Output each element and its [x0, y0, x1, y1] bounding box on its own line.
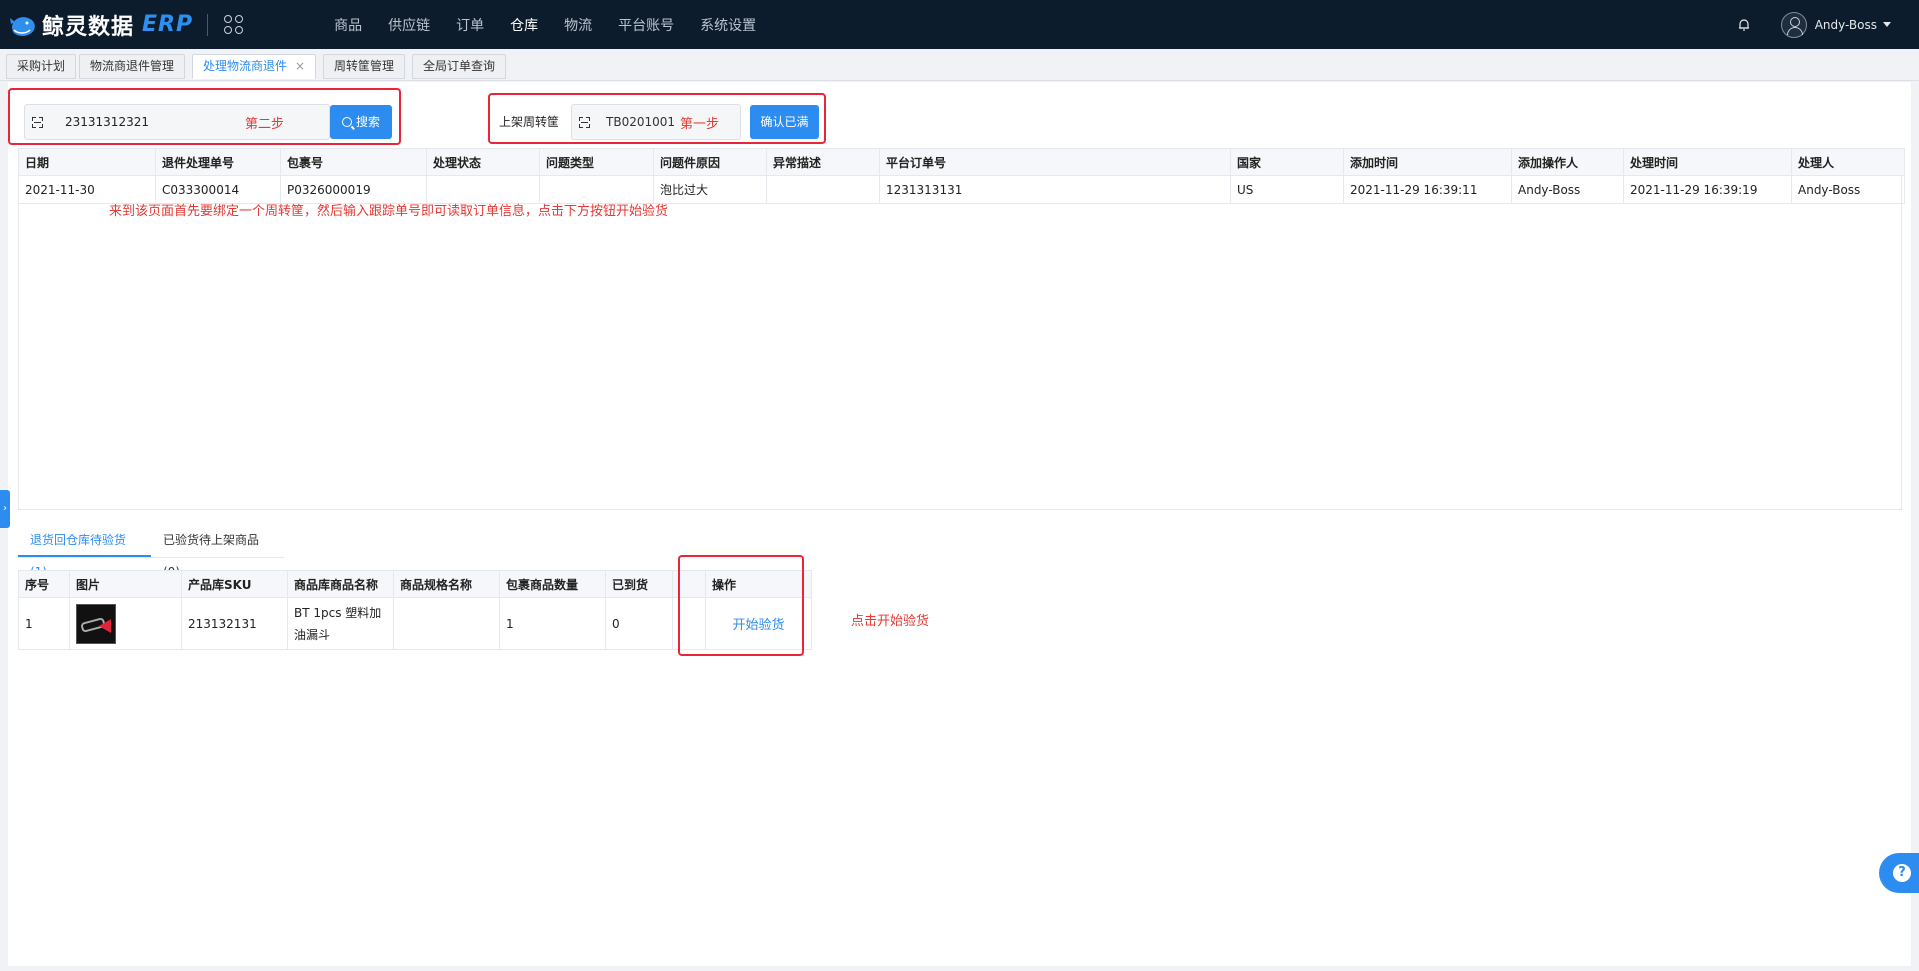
top-navbar: 鲸灵数据 ERP 商品 供应链 订单 仓库 物流 平台账号 系统设置 Andy-…: [0, 0, 1919, 49]
avatar[interactable]: [1780, 11, 1807, 38]
tab-label: 周转筐管理: [334, 59, 395, 73]
highlight-box-action: [678, 555, 804, 656]
returns-table: 日期 退件处理单号 包裹号 处理状态 问题类型 问题件原因 异常描述 平台订单号…: [18, 148, 1905, 204]
logo-erp: ERP: [142, 12, 194, 37]
tab-label: 全局订单查询: [423, 59, 496, 73]
column-header: 问题件原因: [653, 148, 767, 176]
nav-item-system-settings[interactable]: 系统设置: [700, 15, 756, 35]
whale-logo-icon: [10, 16, 35, 36]
cell-arrived: 0: [605, 597, 673, 650]
column-header: 商品规格名称: [393, 570, 500, 598]
column-header: 添加操作人: [1511, 148, 1624, 176]
highlight-box-search: [8, 88, 401, 145]
table-header-row: 日期 退件处理单号 包裹号 处理状态 问题类型 问题件原因 异常描述 平台订单号…: [18, 148, 1905, 176]
cell-qty: 1: [499, 597, 606, 650]
tab-process-returns[interactable]: 处理物流商退件 ×: [192, 54, 317, 79]
cell-issue-reason: 泡比过大: [653, 175, 767, 204]
inspection-tabs: 退货回仓库待验货(1) 已验货待上架商品(0): [18, 524, 284, 579]
cell-spec: [393, 597, 500, 650]
logo[interactable]: 鲸灵数据 ERP: [8, 0, 193, 49]
column-header: 退件处理单号: [155, 148, 281, 176]
tab-label: 采购计划: [17, 59, 66, 73]
product-thumbnail[interactable]: [76, 603, 116, 644]
column-header: 产品库SKU: [181, 570, 288, 598]
column-header: 国家: [1230, 148, 1344, 176]
column-header: 日期: [18, 148, 156, 176]
close-icon[interactable]: ×: [295, 59, 305, 73]
product-name-line1: BT 1pcs 塑料加: [294, 605, 382, 620]
tab-global-order-query[interactable]: 全局订单查询: [412, 54, 507, 79]
sidebar-toggle-handle[interactable]: ›: [0, 490, 10, 528]
divider: [207, 13, 209, 36]
tab-logistics-returns[interactable]: 物流商退件管理: [79, 54, 186, 79]
tab-purchase-plan[interactable]: 采购计划: [6, 54, 77, 79]
nav-item-product[interactable]: 商品: [334, 15, 362, 35]
product-name-line2: 油漏斗: [294, 627, 331, 642]
logo-text: 鲸灵数据: [42, 14, 135, 40]
cell-product-name: BT 1pcs 塑料加 油漏斗: [287, 597, 394, 650]
column-header: 处理人: [1791, 148, 1905, 176]
tab-inspected-pending-shelf[interactable]: 已验货待上架商品(0): [151, 524, 284, 579]
column-header: 商品库商品名称: [287, 570, 394, 598]
tab-pending-inspection[interactable]: 退货回仓库待验货(1): [18, 524, 151, 579]
cell-processed-by: Andy-Boss: [1791, 175, 1905, 204]
highlight-box-shelf: [488, 93, 826, 144]
cell-added-by: Andy-Boss: [1511, 175, 1624, 204]
cell-index: 1: [18, 597, 70, 650]
chevron-down-icon[interactable]: [1883, 22, 1891, 27]
user-name[interactable]: Andy-Boss: [1815, 18, 1877, 32]
column-header: 处理时间: [1623, 148, 1792, 176]
cell-processed-time: 2021-11-29 16:39:19: [1623, 175, 1792, 204]
column-header: 包裹商品数量: [499, 570, 606, 598]
main-nav: 商品 供应链 订单 仓库 物流 平台账号 系统设置: [334, 0, 782, 49]
column-header: 包裹号: [280, 148, 427, 176]
nav-item-supply-chain[interactable]: 供应链: [388, 15, 430, 35]
bell-icon[interactable]: [1737, 18, 1751, 32]
nav-item-orders[interactable]: 订单: [456, 15, 484, 35]
tab-tote-management[interactable]: 周转筐管理: [323, 54, 406, 79]
cell-country: US: [1230, 175, 1344, 204]
column-header: 问题类型: [539, 148, 654, 176]
column-header: 添加时间: [1343, 148, 1512, 176]
page-tabs: 采购计划 物流商退件管理 处理物流商退件 × 周转筐管理 全局订单查询: [0, 49, 1919, 81]
user-area: Andy-Boss: [1737, 0, 1891, 49]
column-header: 图片: [69, 570, 182, 598]
help-icon: ?: [1893, 864, 1911, 882]
tab-label: 物流商退件管理: [90, 59, 175, 73]
annotation-start-inspection: 点击开始验货: [851, 614, 930, 629]
column-header: 已到货: [605, 570, 673, 598]
column-header: 序号: [18, 570, 70, 598]
cell-added-time: 2021-11-29 16:39:11: [1343, 175, 1512, 204]
cell-image: [69, 597, 182, 650]
column-header: 处理状态: [426, 148, 540, 176]
column-header: 异常描述: [766, 148, 880, 176]
nav-item-logistics[interactable]: 物流: [564, 15, 592, 35]
help-button[interactable]: ?: [1879, 853, 1919, 893]
cell-sku: 213132131: [181, 597, 288, 650]
nav-item-platform-accounts[interactable]: 平台账号: [618, 15, 674, 35]
nav-item-warehouse[interactable]: 仓库: [510, 15, 538, 35]
tab-label: 处理物流商退件: [203, 59, 288, 73]
annotation-instructions: 来到该页面首先要绑定一个周转筐，然后输入跟踪单号即可读取订单信息，点击下方按钮开…: [109, 204, 669, 219]
main-panel: 23131312321 第二步 搜索 上架周转筐 TB0201001 第一步 确…: [8, 82, 1911, 966]
apps-icon[interactable]: [224, 14, 244, 35]
column-header: 平台订单号: [879, 148, 1231, 176]
cell-exception: [766, 175, 880, 204]
cell-platform-order: 1231313131: [879, 175, 1231, 204]
